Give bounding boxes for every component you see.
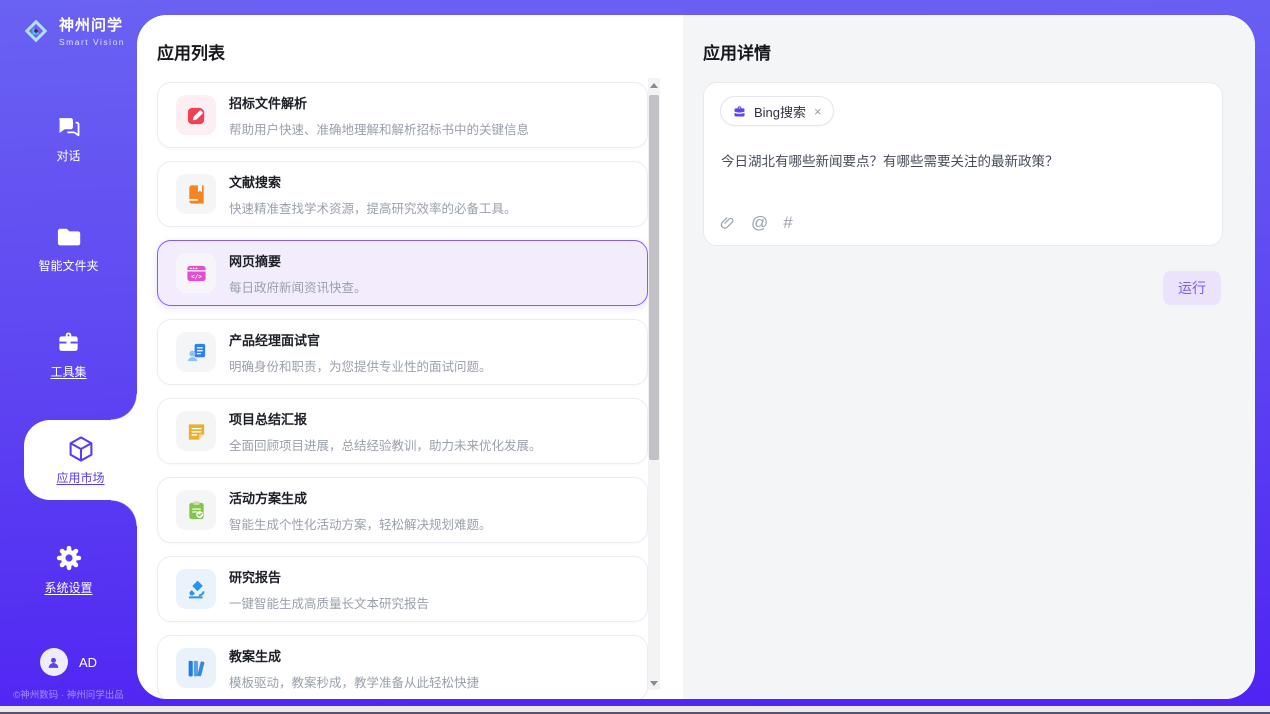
app-card-list: 招标文件解析 帮助用户快速、准确地理解和解析招标书中的关键信息 文献搜索 — [157, 82, 648, 699]
brand-subtitle: Smart Vision — [59, 37, 125, 47]
app-card-title: 产品经理面试官 — [229, 330, 492, 349]
app-list-title: 应用列表 — [157, 39, 225, 64]
cube-icon — [66, 434, 96, 464]
bubble-notch-top — [111, 394, 137, 420]
folder-icon — [54, 222, 83, 251]
app-window: 神州问学 Smart Vision 对话 智能文件夹 工具集 — [0, 0, 1270, 714]
gear-icon — [54, 543, 84, 573]
app-icon-tile: </> — [176, 253, 216, 293]
avatar — [40, 648, 68, 676]
diamond-logo-icon — [20, 15, 52, 47]
app-icon-tile — [176, 569, 216, 609]
at-icon[interactable]: @ — [751, 213, 768, 233]
sidebar-item-label: 智能文件夹 — [38, 257, 98, 274]
app-card-project-summary[interactable]: 项目总结汇报 全面回顾项目进展，总结经验教训，助力未来优化发展。 — [157, 398, 648, 464]
app-card-desc: 一键智能生成高质量长文本研究报告 — [229, 593, 429, 612]
books-icon — [185, 657, 208, 680]
app-icon-tile — [176, 174, 216, 214]
sidebar-item-settings[interactable]: 系统设置 — [0, 543, 137, 596]
app-card-desc: 每日政府新闻资讯快查。 — [229, 277, 367, 296]
run-button[interactable]: 运行 — [1163, 271, 1221, 305]
brand-logo: 神州问学 Smart Vision — [20, 14, 125, 47]
sidebar: 神州问学 Smart Vision 对话 智能文件夹 工具集 — [0, 0, 137, 714]
scroll-up-arrow[interactable] — [648, 78, 660, 92]
hash-icon[interactable]: # — [783, 213, 792, 233]
copyright-footer: ©神州数码 · 神州问学出品 — [0, 687, 137, 701]
app-card-web-summary[interactable]: </> 网页摘要 每日政府新闻资讯快查。 — [157, 240, 648, 306]
sidebar-item-label: 应用市场 — [56, 469, 104, 486]
query-text[interactable]: 今日湖北有哪些新闻要点？有哪些需要关注的最新政策？ — [721, 152, 1205, 172]
app-detail-panel: 应用详情 Bing搜索 × 今日湖北有哪些新闻要点？有哪些需要关注的最新政策？ — [683, 15, 1255, 699]
tool-chip-label: Bing搜索 — [754, 102, 806, 121]
toolbox-icon — [54, 328, 83, 357]
chat-icon — [54, 112, 83, 141]
app-card-title: 招标文件解析 — [229, 93, 529, 112]
sidebar-item-label: 系统设置 — [44, 579, 92, 596]
app-card-title: 网页摘要 — [229, 251, 367, 270]
app-icon-tile — [176, 95, 216, 135]
app-list-scrollbar[interactable] — [648, 78, 660, 690]
composer-toolbar: @ # — [719, 213, 793, 233]
sidebar-item-toolset[interactable]: 工具集 — [0, 328, 137, 380]
book-icon — [185, 183, 208, 206]
svg-text:</>: </> — [191, 273, 202, 280]
app-card-literature-search[interactable]: 文献搜索 快速精准查找学术资源，提高研究效率的必备工具。 — [157, 161, 648, 227]
sidebar-item-label: 对话 — [56, 147, 80, 164]
user-initials: AD — [79, 655, 97, 670]
app-icon-tile — [176, 332, 216, 372]
app-list-panel: 应用列表 招标文件解析 帮助用户快速、准确地理解和解析招标书中的关键信息 — [137, 15, 683, 699]
paperclip-icon[interactable] — [719, 215, 736, 232]
bubble-notch-bottom — [111, 500, 137, 526]
app-card-desc: 全面回顾项目进展，总结经验教训，助力未来优化发展。 — [229, 435, 542, 454]
scrollbar-thumb[interactable] — [649, 95, 659, 460]
app-card-tender-analysis[interactable]: 招标文件解析 帮助用户快速、准确地理解和解析招标书中的关键信息 — [157, 82, 648, 148]
app-icon-tile — [176, 490, 216, 530]
briefcase-icon — [732, 104, 747, 119]
app-card-title: 活动方案生成 — [229, 488, 492, 507]
sidebar-item-smart-folder[interactable]: 智能文件夹 — [0, 222, 137, 274]
app-icon-tile — [176, 648, 216, 688]
scroll-down-arrow[interactable] — [648, 676, 660, 690]
sidebar-item-chat[interactable]: 对话 — [0, 112, 137, 164]
app-card-title: 项目总结汇报 — [229, 409, 542, 428]
main-content: 应用列表 招标文件解析 帮助用户快速、准确地理解和解析招标书中的关键信息 — [137, 15, 1255, 699]
app-card-title: 研究报告 — [229, 567, 429, 586]
composer-card[interactable]: Bing搜索 × 今日湖北有哪些新闻要点？有哪些需要关注的最新政策？ @ # — [703, 82, 1223, 246]
app-card-research-report[interactable]: 研究报告 一键智能生成高质量长文本研究报告 — [157, 556, 648, 622]
app-card-pm-interviewer[interactable]: 产品经理面试官 明确身份和职责，为您提供专业性的面试问题。 — [157, 319, 648, 385]
microscope-icon — [185, 578, 208, 601]
tool-chip-bing-search[interactable]: Bing搜索 × — [720, 96, 834, 126]
app-card-lesson-plan[interactable]: 教案生成 模板驱动，教案秒成，教学准备从此轻松快捷 — [157, 635, 648, 699]
app-card-desc: 模板驱动，教案秒成，教学准备从此轻松快捷 — [229, 672, 479, 691]
edit-document-icon — [185, 104, 208, 127]
user-account[interactable]: AD — [0, 648, 137, 676]
browser-code-icon: </> — [185, 262, 208, 285]
app-card-event-plan[interactable]: 活动方案生成 智能生成个性化活动方案，轻松解决规划难题。 — [157, 477, 648, 543]
app-card-title: 教案生成 — [229, 646, 479, 665]
app-card-desc: 帮助用户快速、准确地理解和解析招标书中的关键信息 — [229, 119, 529, 138]
person-icon — [45, 654, 62, 671]
app-card-title: 文献搜索 — [229, 172, 517, 191]
app-card-desc: 快速精准查找学术资源，提高研究效率的必备工具。 — [229, 198, 517, 217]
clipboard-check-icon — [185, 499, 208, 522]
sidebar-item-label: 工具集 — [50, 363, 86, 380]
app-detail-title: 应用详情 — [703, 39, 771, 64]
note-icon — [185, 420, 208, 443]
app-card-desc: 明确身份和职责，为您提供专业性的面试问题。 — [229, 356, 492, 375]
app-icon-tile — [176, 411, 216, 451]
chip-close-icon[interactable]: × — [814, 104, 822, 119]
interviewer-icon — [185, 341, 208, 364]
app-card-desc: 智能生成个性化活动方案，轻松解决规划难题。 — [229, 514, 492, 533]
brand-name: 神州问学 — [59, 14, 125, 35]
sidebar-item-app-market[interactable]: 应用市场 — [24, 420, 137, 500]
